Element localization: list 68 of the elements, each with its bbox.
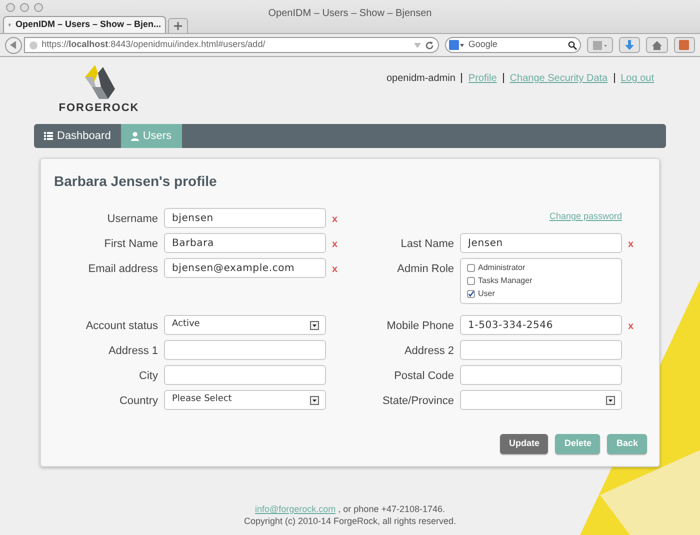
select-field[interactable]	[460, 390, 622, 410]
user-icon	[130, 132, 139, 140]
input-field[interactable]	[164, 365, 326, 385]
field-label: Postal Code	[394, 370, 454, 382]
window-zoom-button[interactable]	[34, 3, 43, 12]
window-title: OpenIDM – Users – Show – Bjensen	[268, 8, 432, 19]
field-label: Admin Role	[397, 263, 454, 275]
logo-text: FORGEROCK	[58, 101, 140, 116]
phone-text: , or phone +47-2108-1746.	[338, 504, 446, 514]
bookmarks-button[interactable]	[587, 37, 613, 53]
required-mark: x	[332, 239, 338, 250]
checkbox-label: User	[478, 288, 495, 300]
address-bar[interactable]: https://localhost:8443/openidmui/index.html#users/add/	[24, 37, 440, 53]
required-mark: x	[332, 214, 338, 225]
field-label: Country	[119, 395, 158, 407]
extension-button[interactable]	[674, 37, 696, 53]
field-label: Account status	[86, 320, 158, 332]
input-field[interactable]: bjensen	[164, 208, 326, 228]
checkbox-label: Administrator	[478, 262, 526, 274]
window-close-button[interactable]	[6, 3, 15, 12]
field-label: State/Province	[382, 395, 454, 407]
browser-tab[interactable]: OpenIDM – Users – Show – Bjen...	[3, 16, 166, 33]
nav-tab[interactable]: Dashboard	[34, 124, 121, 148]
home-icon	[652, 40, 662, 50]
plus-icon	[174, 22, 182, 30]
field-label: Address 1	[108, 345, 158, 357]
reload-icon	[425, 40, 434, 50]
list-icon	[44, 132, 53, 140]
new-tab-button[interactable]	[168, 18, 188, 33]
checkbox[interactable]	[467, 290, 475, 298]
copyright-text: Copyright (c) 2010-14 ForgeRock, all rights reserved.	[244, 516, 456, 526]
username-text: openidm-admin	[386, 72, 456, 86]
field-label: Email address	[88, 263, 158, 275]
field-label: Last Name	[400, 238, 454, 250]
window-minimize-button[interactable]	[20, 3, 29, 12]
download-arrow-icon	[624, 40, 634, 50]
search-engine-icon	[449, 40, 466, 50]
extension-icon	[679, 40, 690, 50]
checkbox[interactable]	[467, 264, 475, 272]
checkbox[interactable]	[467, 277, 475, 285]
field-label: Username	[107, 213, 158, 225]
back-button[interactable]	[5, 36, 22, 54]
search-placeholder: Google	[468, 38, 498, 52]
url-text: https://localhost:8443/openidmui/index.html#users/add/	[42, 38, 266, 52]
home-button[interactable]	[646, 37, 668, 53]
input-field[interactable]: Barbara	[164, 233, 326, 253]
profile-title: Barbara Jensen's profile	[53, 172, 218, 191]
action-button[interactable]: Update	[500, 434, 548, 454]
field-label: First Name	[104, 238, 158, 250]
field-label: City	[139, 370, 158, 382]
input-field[interactable]	[164, 340, 326, 360]
required-mark: x	[628, 239, 634, 250]
input-field[interactable]	[460, 365, 622, 385]
required-mark: x	[332, 264, 338, 275]
input-field[interactable]: 1-503-334-2546	[460, 315, 622, 335]
select-field[interactable]: Please Select	[164, 390, 326, 410]
search-field[interactable]: Google	[445, 37, 582, 53]
back-arrow-icon	[10, 41, 17, 49]
select-field[interactable]: Active	[164, 315, 326, 335]
input-field[interactable]	[460, 340, 622, 360]
dropdown-triangle-icon	[414, 42, 422, 48]
field-label: Mobile Phone	[386, 320, 454, 332]
required-mark: x	[628, 321, 634, 332]
field-label: Address 2	[404, 345, 454, 357]
download-button[interactable]	[618, 37, 640, 53]
input-field[interactable]: bjensen@example.com	[164, 258, 326, 278]
checkbox-label: Tasks Manager	[478, 275, 532, 287]
search-icon	[568, 40, 578, 50]
